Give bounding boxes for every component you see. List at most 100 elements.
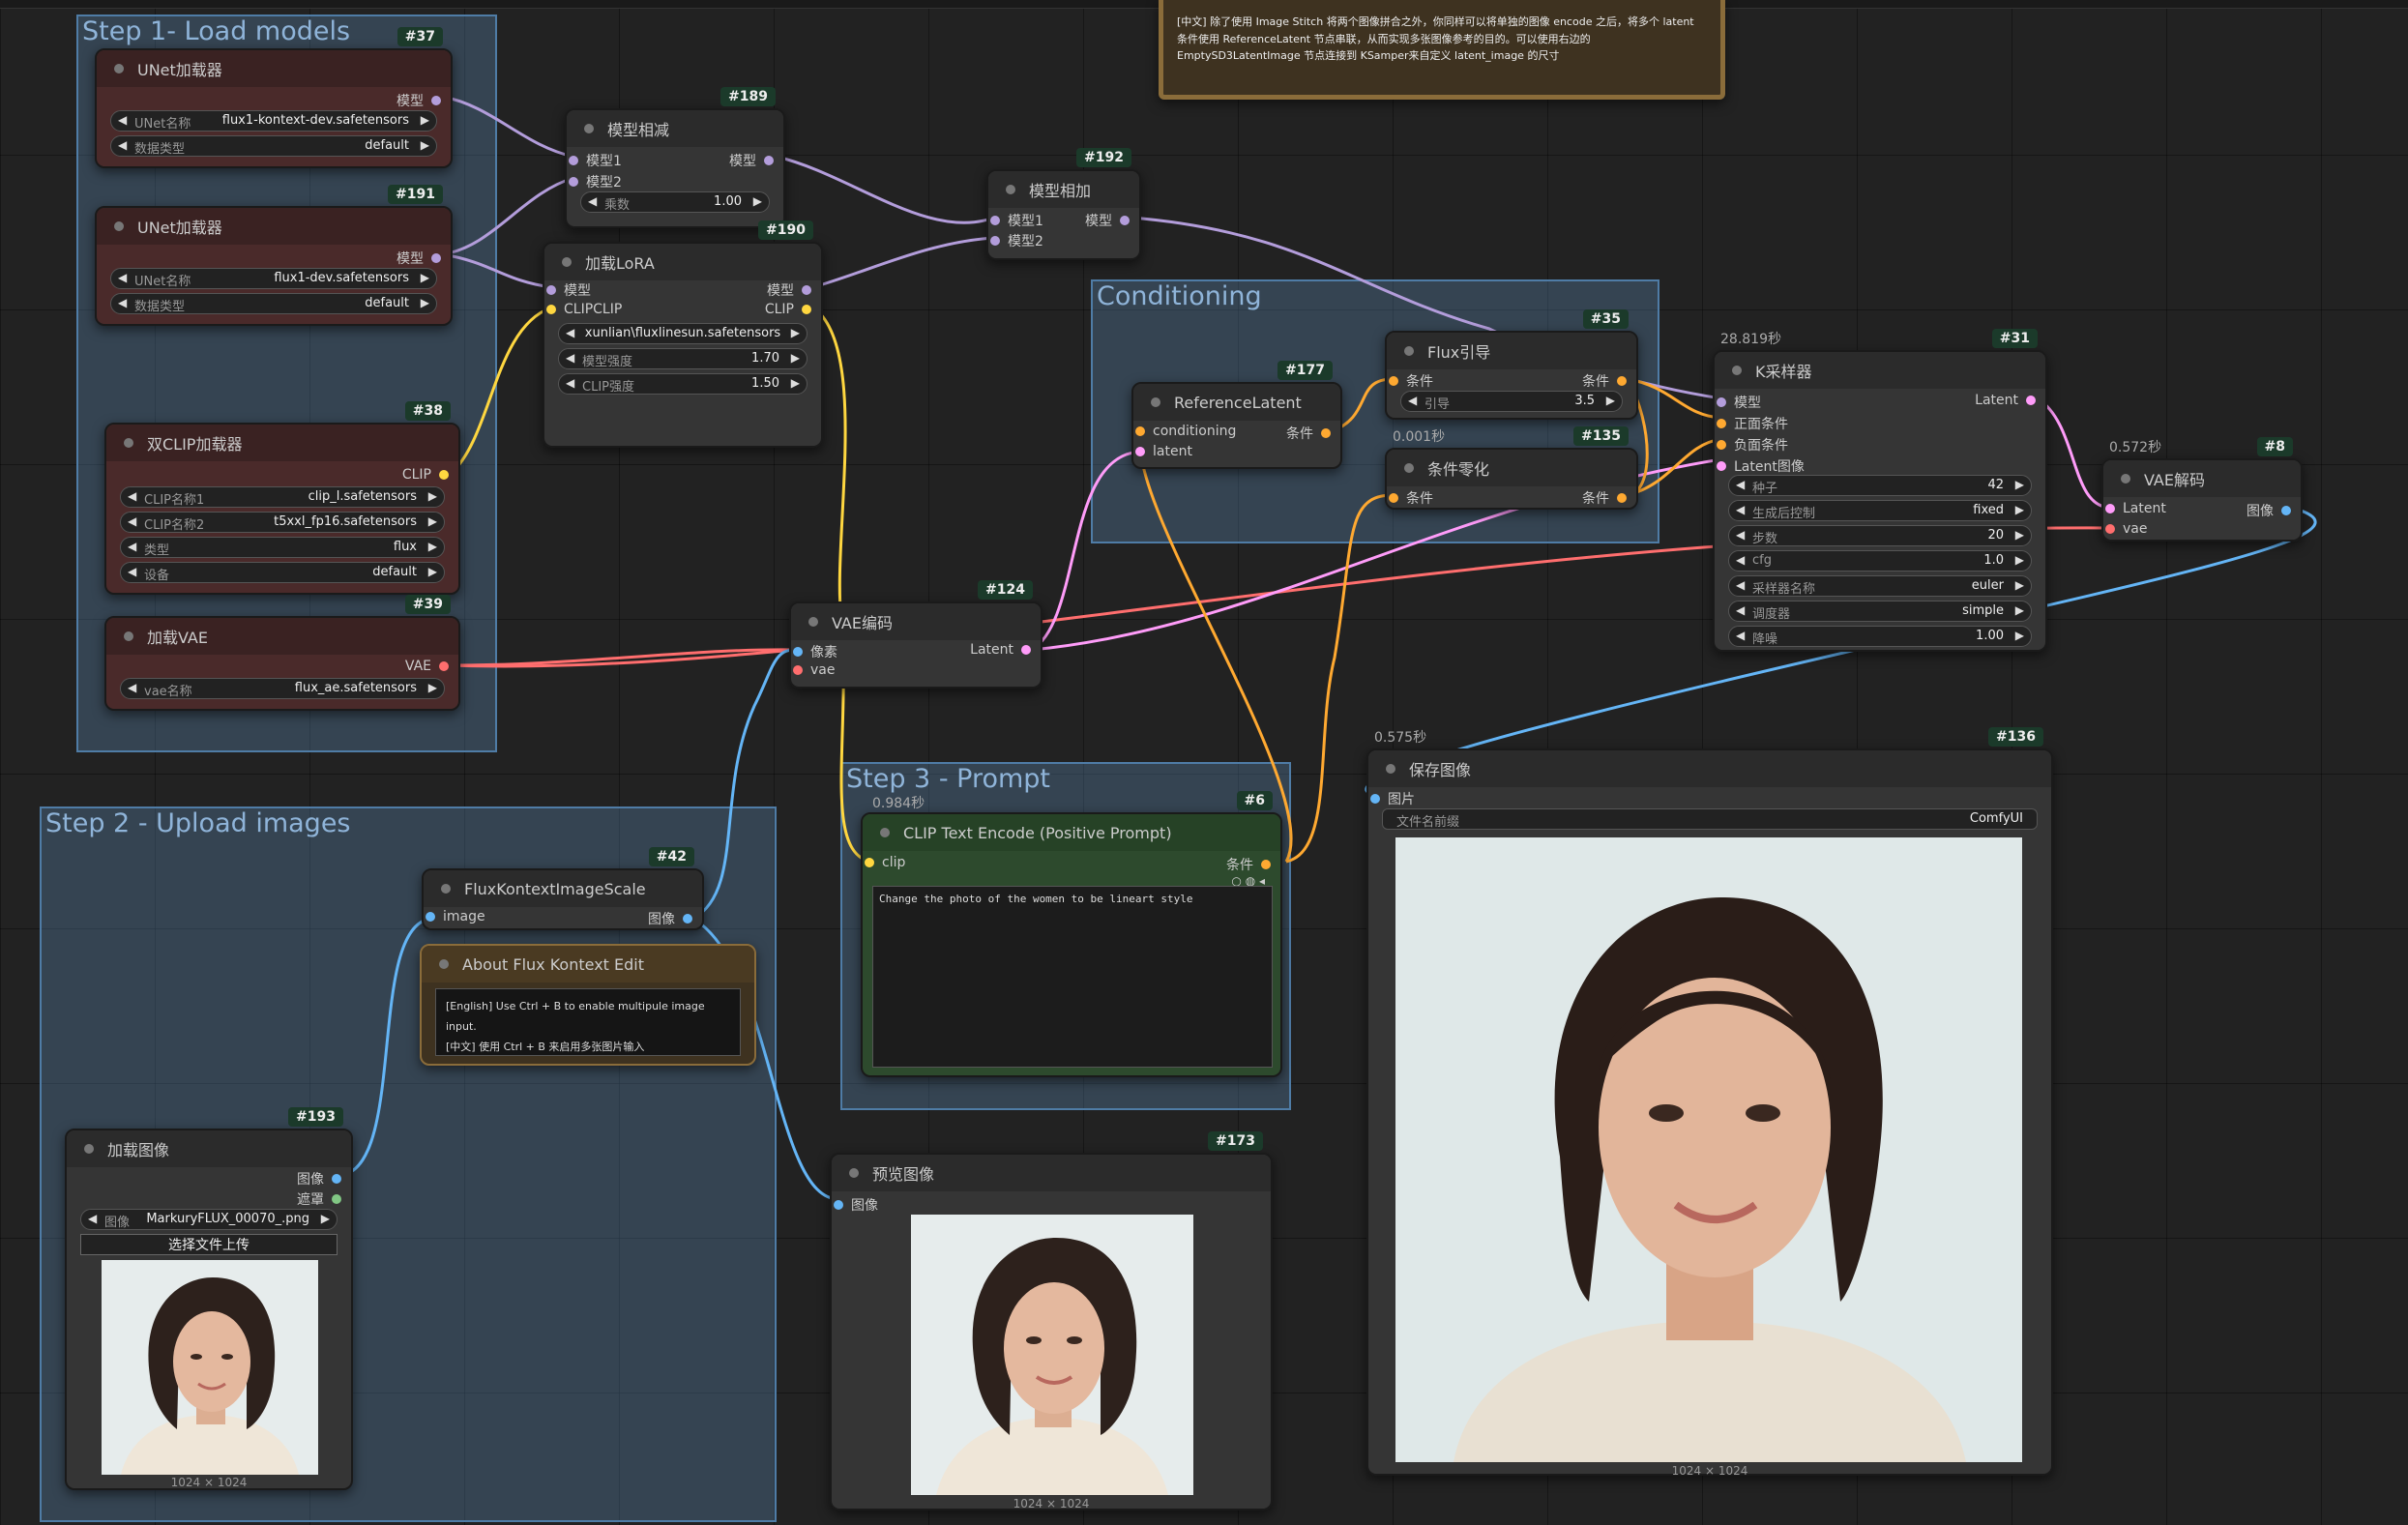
input-conditioning[interactable]: conditioning [1135,424,1236,439]
collapse-dot-icon[interactable] [124,438,133,448]
node-title[interactable]: About Flux Kontext Edit [422,946,754,982]
node-about-note[interactable]: About Flux Kontext Edit [English] Use Ct… [420,944,756,1066]
preview-image-output[interactable] [911,1215,1193,1495]
widget-type[interactable]: ◀ 类型 flux ▶ [120,537,445,558]
collapse-dot-icon[interactable] [124,631,133,641]
widget-steps[interactable]: ◀ 步数 20 ▶ [1728,525,2032,546]
output-image[interactable]: 图像 [297,1169,341,1188]
node-model-subtract[interactable]: #189 模型相减 模型1 模型 模型2 ◀ 乘数 1.00 ▶ [565,87,785,228]
widget-clip-name-1[interactable]: ◀ CLIP名称1 clip_l.safetensors ▶ [120,486,445,508]
widget-device[interactable]: ◀ 设备 default ▶ [120,562,445,583]
output-image[interactable]: 图像 [2246,501,2291,520]
node-title[interactable]: UNet加载器 [97,50,451,87]
collapse-dot-icon[interactable] [880,828,890,837]
collapse-dot-icon[interactable] [1006,185,1015,194]
input-images[interactable]: 图片 [1370,789,1415,808]
node-title[interactable]: 加载VAE [106,618,458,655]
output-model[interactable]: 模型 [729,151,774,170]
node-title[interactable]: ReferenceLatent [1133,384,1340,421]
widget-vae-name[interactable]: ◀ vae名称 flux_ae.safetensors ▶ [120,678,445,699]
input-model2[interactable]: 模型2 [990,231,1043,250]
input-images[interactable]: 图像 [834,1195,878,1215]
node-title[interactable]: 保存图像 [1368,750,2051,787]
collapse-dot-icon[interactable] [1404,463,1414,473]
node-dual-clip-loader[interactable]: #38 双CLIP加载器 CLIP ◀ CLIP名称1 clip_l.safeten… [104,401,460,595]
node-title[interactable]: 加载LoRA [544,244,821,280]
node-title[interactable]: VAE编码 [791,603,1041,640]
node-preview-image[interactable]: #173 预览图像 图像 1024 × 1024 [830,1131,1273,1510]
input-positive[interactable]: 正面条件 [1717,414,1788,433]
output-model[interactable]: 模型 [396,249,441,268]
collapse-dot-icon[interactable] [1732,366,1742,375]
output-conditioning[interactable]: 条件 [1286,424,1331,443]
node-title[interactable]: K采样器 [1715,352,2045,389]
input-latent-image[interactable]: Latent图像 [1717,456,1805,476]
node-unet-loader-2[interactable]: #191 UNet加载器 模型 ◀ UNet名称 flux1-dev.safeten… [95,185,453,326]
node-title[interactable]: 条件零化 [1387,450,1636,486]
input-vae[interactable]: vae [2105,521,2147,537]
output-image-preview[interactable] [1395,837,2022,1462]
collapse-dot-icon[interactable] [441,884,451,894]
widget-clip-name-2[interactable]: ◀ CLIP名称2 t5xxl_fp16.safetensors ▶ [120,512,445,533]
collapse-dot-icon[interactable] [1151,397,1160,407]
widget-multiplier[interactable]: ◀ 乘数 1.00 ▶ [580,191,770,213]
node-ksampler[interactable]: #31 28.819秒 K采样器 模型 Latent 正面条件 负面条件 Lat… [1713,329,2047,652]
output-conditioning[interactable]: 条件 [1226,855,1271,874]
collapse-dot-icon[interactable] [562,257,572,267]
output-mask[interactable]: 遮罩 [297,1189,341,1209]
widget-clip-strength[interactable]: ◀ CLIP强度 1.50 ▶ [558,373,808,395]
collapse-dot-icon[interactable] [1404,346,1414,356]
input-clip[interactable]: CLIPCLIP [546,302,622,317]
widget-image-select[interactable]: ◀ 图像 MarkuryFLUX_00070_.png ▶ [80,1209,338,1230]
node-flux-guidance[interactable]: #35 Flux引导 条件 条件 ◀ 引导 3.5 ▶ [1385,309,1638,420]
prompt-textarea[interactable]: Change the photo of the women to be line… [872,886,1273,1068]
input-negative[interactable]: 负面条件 [1717,435,1788,455]
node-title[interactable]: CLIP Text Encode (Positive Prompt) [863,814,1280,851]
collapse-dot-icon[interactable] [84,1144,94,1154]
input-vae[interactable]: vae [793,662,835,678]
output-conditioning[interactable]: 条件 [1582,488,1627,508]
node-model-add[interactable]: #192 模型相加 模型1 模型 模型2 [986,148,1141,260]
input-model1[interactable]: 模型1 [569,151,622,170]
widget-filename-prefix[interactable]: 文件名前缀 ComfyUI [1382,808,2038,830]
collapse-dot-icon[interactable] [1386,764,1395,774]
node-conditioning-zero[interactable]: #135 0.001秒 条件零化 条件 条件 [1385,426,1638,510]
input-conditioning[interactable]: 条件 [1389,371,1433,391]
widget-scheduler[interactable]: ◀ 调度器 simple ▶ [1728,601,2032,622]
widget-dtype[interactable]: ◀ 数据类型 default ▶ [110,135,437,157]
note-top-node[interactable]: [中文] 除了使用 Image Stitch 将两个图像拼合之外，你同样可以将单… [1159,0,1725,100]
node-load-image[interactable]: #193 加载图像 图像 遮罩 ◀ 图像 MarkuryFLUX_00070_.pn… [65,1107,353,1490]
output-image[interactable]: 图像 [648,909,692,928]
node-load-lora[interactable]: #190 加载LoRA 模型 模型 CLIPCLIP CLIP ◀ xunlian… [543,220,823,448]
node-title[interactable]: 双CLIP加载器 [106,425,458,461]
node-vae-decode[interactable]: #8 0.572秒 VAE解码 Latent 图像 vae [2101,437,2303,542]
output-model[interactable]: 模型 [396,91,441,110]
collapse-dot-icon[interactable] [808,617,818,627]
collapse-dot-icon[interactable] [584,124,594,133]
collapse-dot-icon[interactable] [114,64,124,73]
collapse-dot-icon[interactable] [114,221,124,231]
node-flux-kontext-image-scale[interactable]: #42 FluxKontextImageScale image 图像 [422,847,704,930]
output-model[interactable]: 模型 [767,280,811,300]
input-clip[interactable]: clip [865,855,905,870]
output-model[interactable]: 模型 [1085,211,1130,230]
widget-sampler[interactable]: ◀ 采样器名称 euler ▶ [1728,575,2032,597]
node-title[interactable]: 模型相加 [988,171,1139,208]
node-title[interactable]: Flux引导 [1387,333,1636,369]
input-image[interactable]: image [426,909,485,924]
input-model[interactable]: 模型 [1717,393,1761,412]
widget-model-strength[interactable]: ◀ 模型强度 1.70 ▶ [558,348,808,369]
output-clip[interactable]: CLIP [402,467,449,483]
input-latent[interactable]: Latent [2105,501,2166,516]
widget-unet-name[interactable]: ◀ UNet名称 flux1-dev.safetensors ▶ [110,268,437,289]
about-note-text[interactable]: [English] Use Ctrl + B to enable multipu… [435,988,741,1056]
collapse-dot-icon[interactable] [439,959,449,969]
widget-denoise[interactable]: ◀ 降噪 1.00 ▶ [1728,626,2032,647]
node-save-image[interactable]: #136 0.575秒 保存图像 图片 文件名前缀 ComfyUI 1024 × … [1366,727,2053,1478]
output-vae[interactable]: VAE [405,659,449,674]
input-model[interactable]: 模型 [546,280,591,300]
node-title[interactable]: FluxKontextImageScale [424,870,702,907]
node-title[interactable]: 加载图像 [67,1130,351,1167]
widget-control-after[interactable]: ◀ 生成后控制 fixed ▶ [1728,500,2032,521]
input-pixels[interactable]: 像素 [793,642,837,661]
